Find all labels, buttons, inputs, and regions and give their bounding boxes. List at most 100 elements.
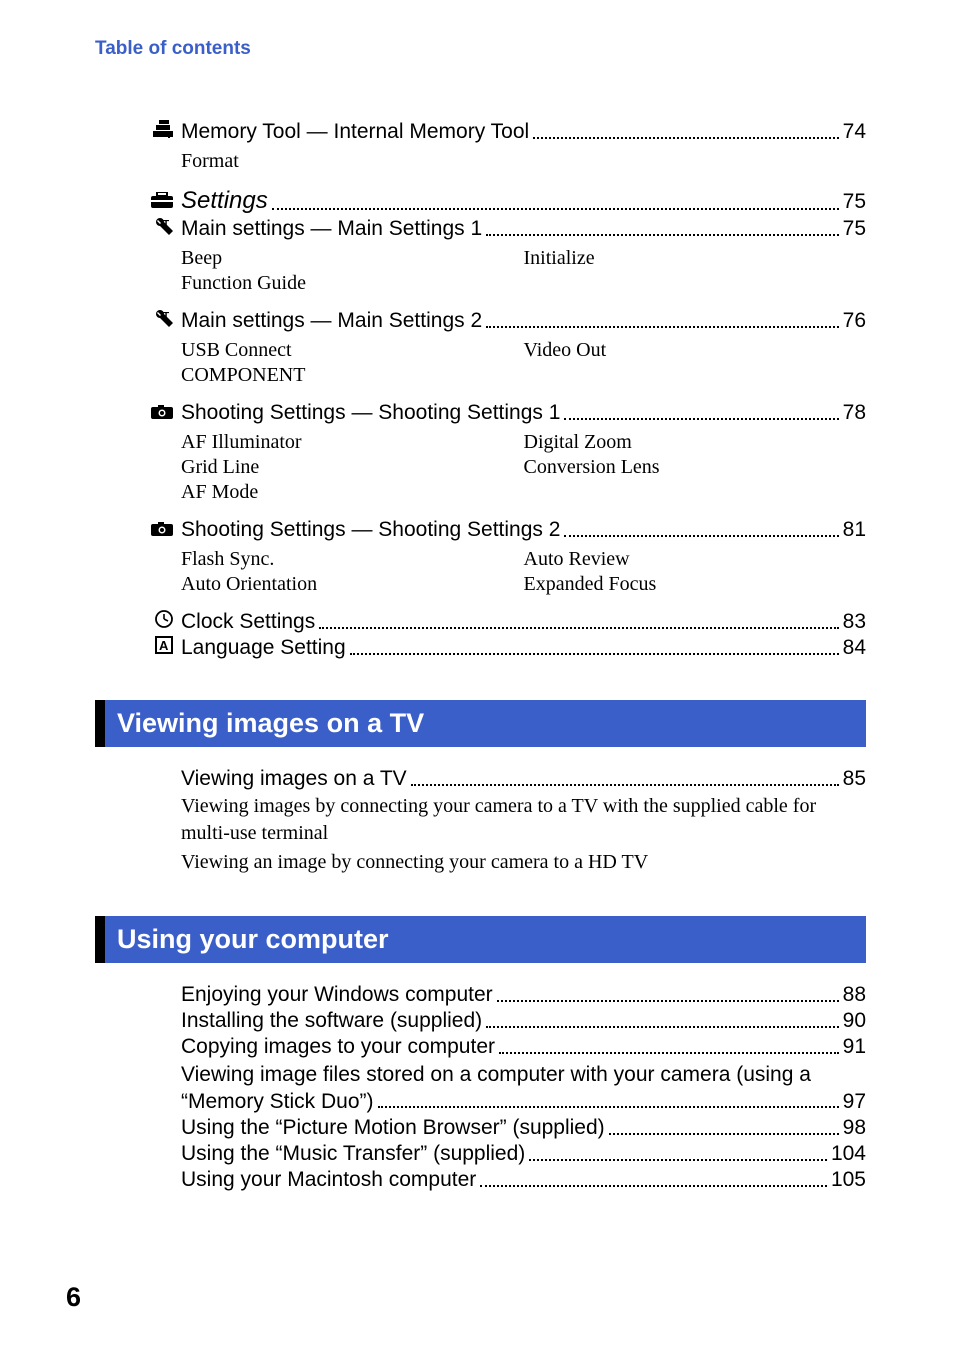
toc-title: Viewing images on a TV <box>181 767 407 791</box>
toc-title: Main settings — Main Settings 2 <box>181 309 482 333</box>
clock-icon <box>145 610 181 628</box>
page-ref: 98 <box>843 1116 866 1140</box>
svg-text:T: T <box>163 219 169 230</box>
dot-leader <box>533 137 838 139</box>
dot-leader <box>486 234 839 236</box>
toc-entry[interactable]: Memory Tool — Internal Memory Tool 74 <box>145 120 866 144</box>
toc-entry[interactable]: Shooting Settings — Shooting Settings 1 … <box>145 401 866 425</box>
sub-desc[interactable]: Viewing an image by connecting your came… <box>181 849 866 876</box>
toc-title: Installing the software (supplied) <box>181 1009 482 1033</box>
toc-subitems: Beep Function Guide Initialize <box>181 247 866 297</box>
language-icon: A <box>145 636 181 654</box>
toc-subitems: Format <box>181 150 866 175</box>
toc-subitems: USB Connect COMPONENT Video Out <box>181 339 866 389</box>
toc-entry[interactable]: Clock Settings 83 <box>145 610 866 634</box>
toc-title: Memory Tool — Internal Memory Tool <box>181 120 529 144</box>
sub-item[interactable]: AF Illuminator <box>181 431 524 454</box>
dot-leader <box>564 418 838 420</box>
toc-entry[interactable]: Viewing images on a TV 85 <box>145 767 866 791</box>
dot-leader <box>564 535 838 537</box>
page-ref: 97 <box>843 1088 866 1115</box>
page-ref: 90 <box>843 1009 866 1033</box>
toc-entry[interactable]: A Language Setting 84 <box>145 636 866 660</box>
toc-title: Using the “Music Transfer” (supplied) <box>181 1142 525 1166</box>
dot-leader <box>486 326 839 328</box>
toc-entry[interactable]: Using the “Picture Motion Browser” (supp… <box>145 1116 866 1140</box>
camera-icon <box>145 405 181 419</box>
wrench-icon: T <box>145 217 181 235</box>
dot-leader <box>529 1159 827 1161</box>
page-ref: 84 <box>843 636 866 660</box>
toc-header: Table of contents <box>95 38 866 60</box>
toolbox-icon <box>145 192 181 208</box>
sub-item[interactable]: USB Connect <box>181 339 524 362</box>
toc-entry[interactable]: Using your Macintosh computer 105 <box>145 1168 866 1192</box>
page-ref: 83 <box>843 610 866 634</box>
sub-item[interactable]: Auto Orientation <box>181 573 524 596</box>
svg-text:T: T <box>163 311 169 322</box>
sub-item[interactable]: Digital Zoom <box>524 431 867 454</box>
sub-item[interactable]: Beep <box>181 247 524 270</box>
sub-item[interactable]: Expanded Focus <box>524 573 867 596</box>
toc-subitems: AF Illuminator Grid Line AF Mode Digital… <box>181 431 866 506</box>
toc-entry[interactable]: Shooting Settings — Shooting Settings 2 … <box>145 518 866 542</box>
dot-leader <box>378 1106 839 1108</box>
sub-item[interactable]: Flash Sync. <box>181 548 524 571</box>
section-heading-tv: Viewing images on a TV <box>95 700 866 747</box>
toc-title: Language Setting <box>181 636 346 660</box>
toc-subitems: Flash Sync. Auto Orientation Auto Review… <box>181 548 866 598</box>
page-ref: 75 <box>843 190 866 214</box>
sub-item[interactable]: Video Out <box>524 339 867 362</box>
page-ref: 81 <box>843 518 866 542</box>
dot-leader <box>609 1133 839 1135</box>
toc-title: Shooting Settings — Shooting Settings 1 <box>181 401 560 425</box>
toc-entry-multiline[interactable]: Viewing image files stored on a computer… <box>181 1061 866 1116</box>
toc-entry[interactable]: Settings 75 <box>145 187 866 215</box>
dot-leader <box>499 1052 839 1054</box>
sub-item[interactable]: Function Guide <box>181 272 524 295</box>
toc-entry[interactable]: Enjoying your Windows computer 88 <box>145 983 866 1007</box>
sub-item[interactable]: Conversion Lens <box>524 456 867 479</box>
dot-leader <box>350 653 839 655</box>
dot-leader <box>411 784 839 786</box>
sub-item[interactable]: Auto Review <box>524 548 867 571</box>
page-ref: 76 <box>843 309 866 333</box>
page-ref: 104 <box>831 1142 866 1166</box>
dot-leader <box>486 1026 838 1028</box>
toc-entry[interactable]: T Main settings — Main Settings 2 76 <box>145 309 866 333</box>
toc-title: Clock Settings <box>181 610 315 634</box>
memory-icon <box>145 120 181 138</box>
page-ref: 78 <box>843 401 866 425</box>
toc-entry[interactable]: T Main settings — Main Settings 1 75 <box>145 217 866 241</box>
page-ref: 105 <box>831 1168 866 1192</box>
toc-entry[interactable]: Installing the software (supplied) 90 <box>145 1009 866 1033</box>
toc-title: Copying images to your computer <box>181 1035 495 1059</box>
toc-entry[interactable]: Copying images to your computer 91 <box>145 1035 866 1059</box>
page-ref: 75 <box>843 217 866 241</box>
dot-leader <box>497 1000 839 1002</box>
sub-item[interactable]: Grid Line <box>181 456 524 479</box>
page-ref: 85 <box>843 767 866 791</box>
sub-item[interactable]: COMPONENT <box>181 364 524 387</box>
sub-item[interactable]: Format <box>181 150 524 173</box>
dot-leader <box>319 627 838 629</box>
toc-entry[interactable]: Using the “Music Transfer” (supplied) 10… <box>145 1142 866 1166</box>
sub-desc[interactable]: Viewing images by connecting your camera… <box>181 793 866 847</box>
dot-leader <box>272 208 839 210</box>
toc-title: Main settings — Main Settings 1 <box>181 217 482 241</box>
toc-body: Memory Tool — Internal Memory Tool 74 Fo… <box>95 120 866 660</box>
page-ref: 88 <box>843 983 866 1007</box>
wrench-icon: T <box>145 309 181 327</box>
dot-leader <box>480 1185 827 1187</box>
toc-title: Shooting Settings — Shooting Settings 2 <box>181 518 560 542</box>
svg-text:A: A <box>159 638 169 653</box>
toc-title: Using the “Picture Motion Browser” (supp… <box>181 1116 605 1140</box>
sub-item[interactable]: AF Mode <box>181 481 524 504</box>
section-heading-computer: Using your computer <box>95 916 866 963</box>
page-ref: 74 <box>843 120 866 144</box>
toc-title-line1: Viewing image files stored on a computer… <box>181 1061 866 1088</box>
page-ref: 91 <box>843 1035 866 1059</box>
toc-title: Settings <box>181 187 268 215</box>
toc-title: Enjoying your Windows computer <box>181 983 493 1007</box>
sub-item[interactable]: Initialize <box>524 247 867 270</box>
